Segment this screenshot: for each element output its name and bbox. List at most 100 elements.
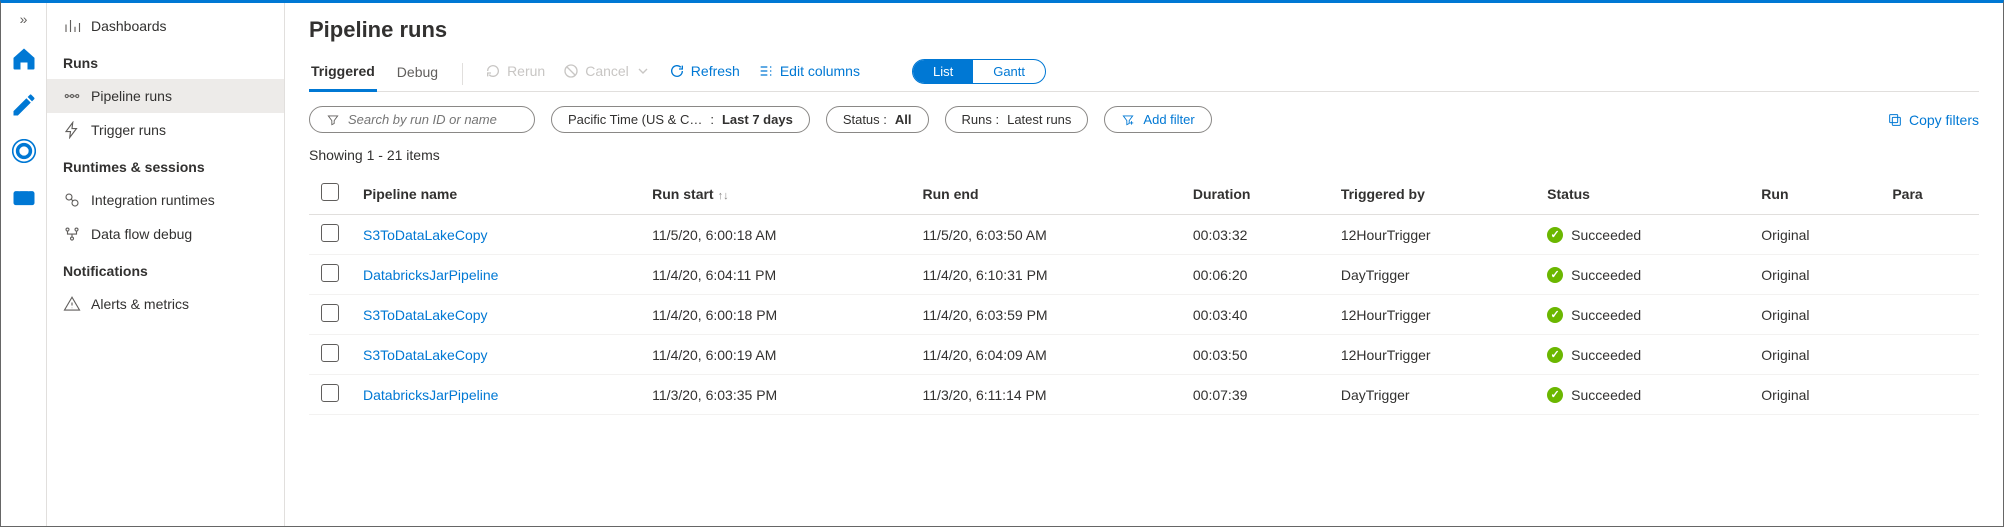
cell-triggered-by: DayTrigger bbox=[1329, 255, 1535, 295]
sidebar-item-data-flow-debug[interactable]: Data flow debug bbox=[47, 217, 284, 251]
pipeline-name-link[interactable]: S3ToDataLakeCopy bbox=[351, 295, 640, 335]
dataflow-icon bbox=[63, 225, 81, 243]
cell-run: Original bbox=[1749, 255, 1880, 295]
chevron-down-icon bbox=[635, 63, 651, 79]
sidebar-label: Integration runtimes bbox=[91, 192, 215, 208]
action-label: Cancel bbox=[585, 63, 629, 79]
col-pipeline-name[interactable]: Pipeline name bbox=[351, 173, 640, 215]
cell-run-start: 11/3/20, 6:03:35 PM bbox=[640, 375, 910, 415]
app-root: » Dashboards Runs Pipeline runs Trigger … bbox=[0, 0, 2004, 527]
table-header-row: Pipeline name Run start ↑↓ Run end Durati… bbox=[309, 173, 1979, 215]
runs-table: Pipeline name Run start ↑↓ Run end Durati… bbox=[309, 173, 1979, 415]
add-filter-icon bbox=[1121, 113, 1135, 127]
cell-duration: 00:07:39 bbox=[1181, 375, 1329, 415]
cell-run-start: 11/4/20, 6:00:18 PM bbox=[640, 295, 910, 335]
table-row: S3ToDataLakeCopy11/4/20, 6:00:18 PM11/4/… bbox=[309, 295, 1979, 335]
edit-columns-button[interactable]: Edit columns bbox=[758, 63, 860, 85]
cell-params bbox=[1880, 255, 1979, 295]
sidebar: Dashboards Runs Pipeline runs Trigger ru… bbox=[47, 3, 285, 526]
row-checkbox[interactable] bbox=[321, 344, 339, 362]
sidebar-item-dashboards[interactable]: Dashboards bbox=[47, 9, 284, 43]
copy-filters-button[interactable]: Copy filters bbox=[1887, 112, 1979, 128]
sidebar-header-notifications: Notifications bbox=[47, 251, 284, 287]
table-row: DatabricksJarPipeline11/3/20, 6:03:35 PM… bbox=[309, 375, 1979, 415]
cell-triggered-by: 12HourTrigger bbox=[1329, 335, 1535, 375]
cell-run-end: 11/4/20, 6:03:59 PM bbox=[911, 295, 1181, 335]
tab-debug[interactable]: Debug bbox=[395, 58, 440, 90]
sidebar-label: Trigger runs bbox=[91, 122, 166, 138]
filter-label: Runs : bbox=[962, 112, 1000, 127]
copy-filters-label: Copy filters bbox=[1909, 112, 1979, 128]
page-title: Pipeline runs bbox=[309, 17, 1979, 43]
runs-filter[interactable]: Runs : Latest runs bbox=[945, 106, 1089, 133]
col-run[interactable]: Run bbox=[1749, 173, 1880, 215]
cell-run-start: 11/4/20, 6:04:11 PM bbox=[640, 255, 910, 295]
timezone-filter[interactable]: Pacific Time (US & C… : Last 7 days bbox=[551, 106, 810, 133]
cell-status: ✓Succeeded bbox=[1535, 375, 1749, 415]
table-row: S3ToDataLakeCopy11/4/20, 6:00:19 AM11/4/… bbox=[309, 335, 1979, 375]
table-row: DatabricksJarPipeline11/4/20, 6:04:11 PM… bbox=[309, 255, 1979, 295]
sidebar-label: Pipeline runs bbox=[91, 88, 172, 104]
search-input[interactable] bbox=[348, 112, 518, 127]
cell-run: Original bbox=[1749, 215, 1880, 255]
manage-icon[interactable] bbox=[10, 183, 38, 211]
alert-icon bbox=[63, 295, 81, 313]
col-duration[interactable]: Duration bbox=[1181, 173, 1329, 215]
pipeline-name-link[interactable]: DatabricksJarPipeline bbox=[351, 375, 640, 415]
pipeline-name-link[interactable]: S3ToDataLakeCopy bbox=[351, 215, 640, 255]
cell-status: ✓Succeeded bbox=[1535, 295, 1749, 335]
row-checkbox[interactable] bbox=[321, 304, 339, 322]
filter-label: Pacific Time (US & C… bbox=[568, 112, 702, 127]
status-label: Succeeded bbox=[1571, 227, 1641, 243]
col-params[interactable]: Para bbox=[1880, 173, 1979, 215]
row-checkbox[interactable] bbox=[321, 224, 339, 242]
sidebar-header-runtimes: Runtimes & sessions bbox=[47, 147, 284, 183]
rerun-icon bbox=[485, 63, 501, 79]
cell-params bbox=[1880, 215, 1979, 255]
integration-icon bbox=[63, 191, 81, 209]
monitor-icon[interactable] bbox=[10, 137, 38, 165]
filter-bar: Pacific Time (US & C… : Last 7 days Stat… bbox=[309, 106, 1979, 133]
tab-triggered[interactable]: Triggered bbox=[309, 57, 377, 92]
sidebar-item-integration-runtimes[interactable]: Integration runtimes bbox=[47, 183, 284, 217]
cell-run: Original bbox=[1749, 375, 1880, 415]
cell-duration: 00:03:40 bbox=[1181, 295, 1329, 335]
status-label: Succeeded bbox=[1571, 267, 1641, 283]
action-label: Edit columns bbox=[780, 63, 860, 79]
col-run-end[interactable]: Run end bbox=[911, 173, 1181, 215]
view-toggle-gantt[interactable]: Gantt bbox=[973, 60, 1045, 83]
row-checkbox[interactable] bbox=[321, 384, 339, 402]
status-label: Succeeded bbox=[1571, 347, 1641, 363]
view-toggle-list[interactable]: List bbox=[913, 60, 973, 83]
add-filter-button[interactable]: Add filter bbox=[1104, 106, 1211, 133]
refresh-button[interactable]: Refresh bbox=[669, 63, 740, 85]
sidebar-label: Alerts & metrics bbox=[91, 296, 189, 312]
select-all-checkbox[interactable] bbox=[321, 183, 339, 201]
col-status[interactable]: Status bbox=[1535, 173, 1749, 215]
result-count: Showing 1 - 21 items bbox=[309, 147, 1979, 163]
cancel-icon bbox=[563, 63, 579, 79]
pipeline-name-link[interactable]: S3ToDataLakeCopy bbox=[351, 335, 640, 375]
col-label: Run start bbox=[652, 186, 713, 202]
sort-icon: ↑↓ bbox=[718, 190, 729, 202]
expand-rail-button[interactable]: » bbox=[20, 11, 28, 27]
sidebar-item-alerts-metrics[interactable]: Alerts & metrics bbox=[47, 287, 284, 321]
col-run-start[interactable]: Run start ↑↓ bbox=[640, 173, 910, 215]
home-icon[interactable] bbox=[10, 45, 38, 73]
sidebar-label: Data flow debug bbox=[91, 226, 192, 242]
status-label: Succeeded bbox=[1571, 307, 1641, 323]
col-triggered-by[interactable]: Triggered by bbox=[1329, 173, 1535, 215]
author-icon[interactable] bbox=[10, 91, 38, 119]
sidebar-item-pipeline-runs[interactable]: Pipeline runs bbox=[47, 79, 284, 113]
pipeline-name-link[interactable]: DatabricksJarPipeline bbox=[351, 255, 640, 295]
search-pill[interactable] bbox=[309, 106, 535, 133]
view-toggle: List Gantt bbox=[912, 59, 1046, 84]
cell-run-start: 11/5/20, 6:00:18 AM bbox=[640, 215, 910, 255]
row-checkbox[interactable] bbox=[321, 264, 339, 282]
sidebar-label: Dashboards bbox=[91, 18, 167, 34]
filter-label: Status : bbox=[843, 112, 887, 127]
status-filter[interactable]: Status : All bbox=[826, 106, 929, 133]
sidebar-item-trigger-runs[interactable]: Trigger runs bbox=[47, 113, 284, 147]
sidebar-header-runs: Runs bbox=[47, 43, 284, 79]
cell-run: Original bbox=[1749, 335, 1880, 375]
